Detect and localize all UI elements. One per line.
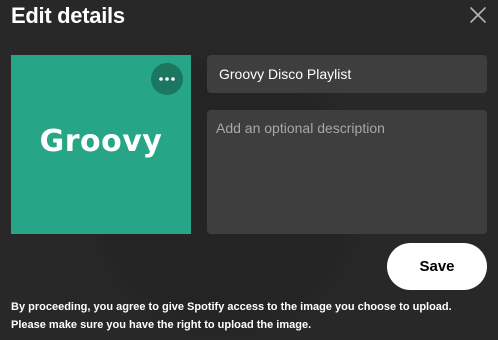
close-icon	[470, 7, 486, 23]
playlist-name-input[interactable]	[207, 55, 487, 93]
cover-more-options-button[interactable]	[151, 63, 183, 95]
playlist-description-input[interactable]	[207, 110, 487, 234]
edit-details-dialog: Edit details Groovy Save By proceeding, …	[0, 0, 498, 340]
more-options-icon	[159, 77, 175, 81]
dialog-title: Edit details	[11, 3, 125, 28]
playlist-cover-image[interactable]: Groovy	[11, 55, 191, 234]
upload-disclaimer: By proceeding, you agree to give Spotify…	[11, 301, 452, 331]
cover-text: Groovy	[39, 124, 163, 159]
save-button[interactable]: Save	[387, 243, 487, 290]
close-button[interactable]	[468, 5, 488, 25]
